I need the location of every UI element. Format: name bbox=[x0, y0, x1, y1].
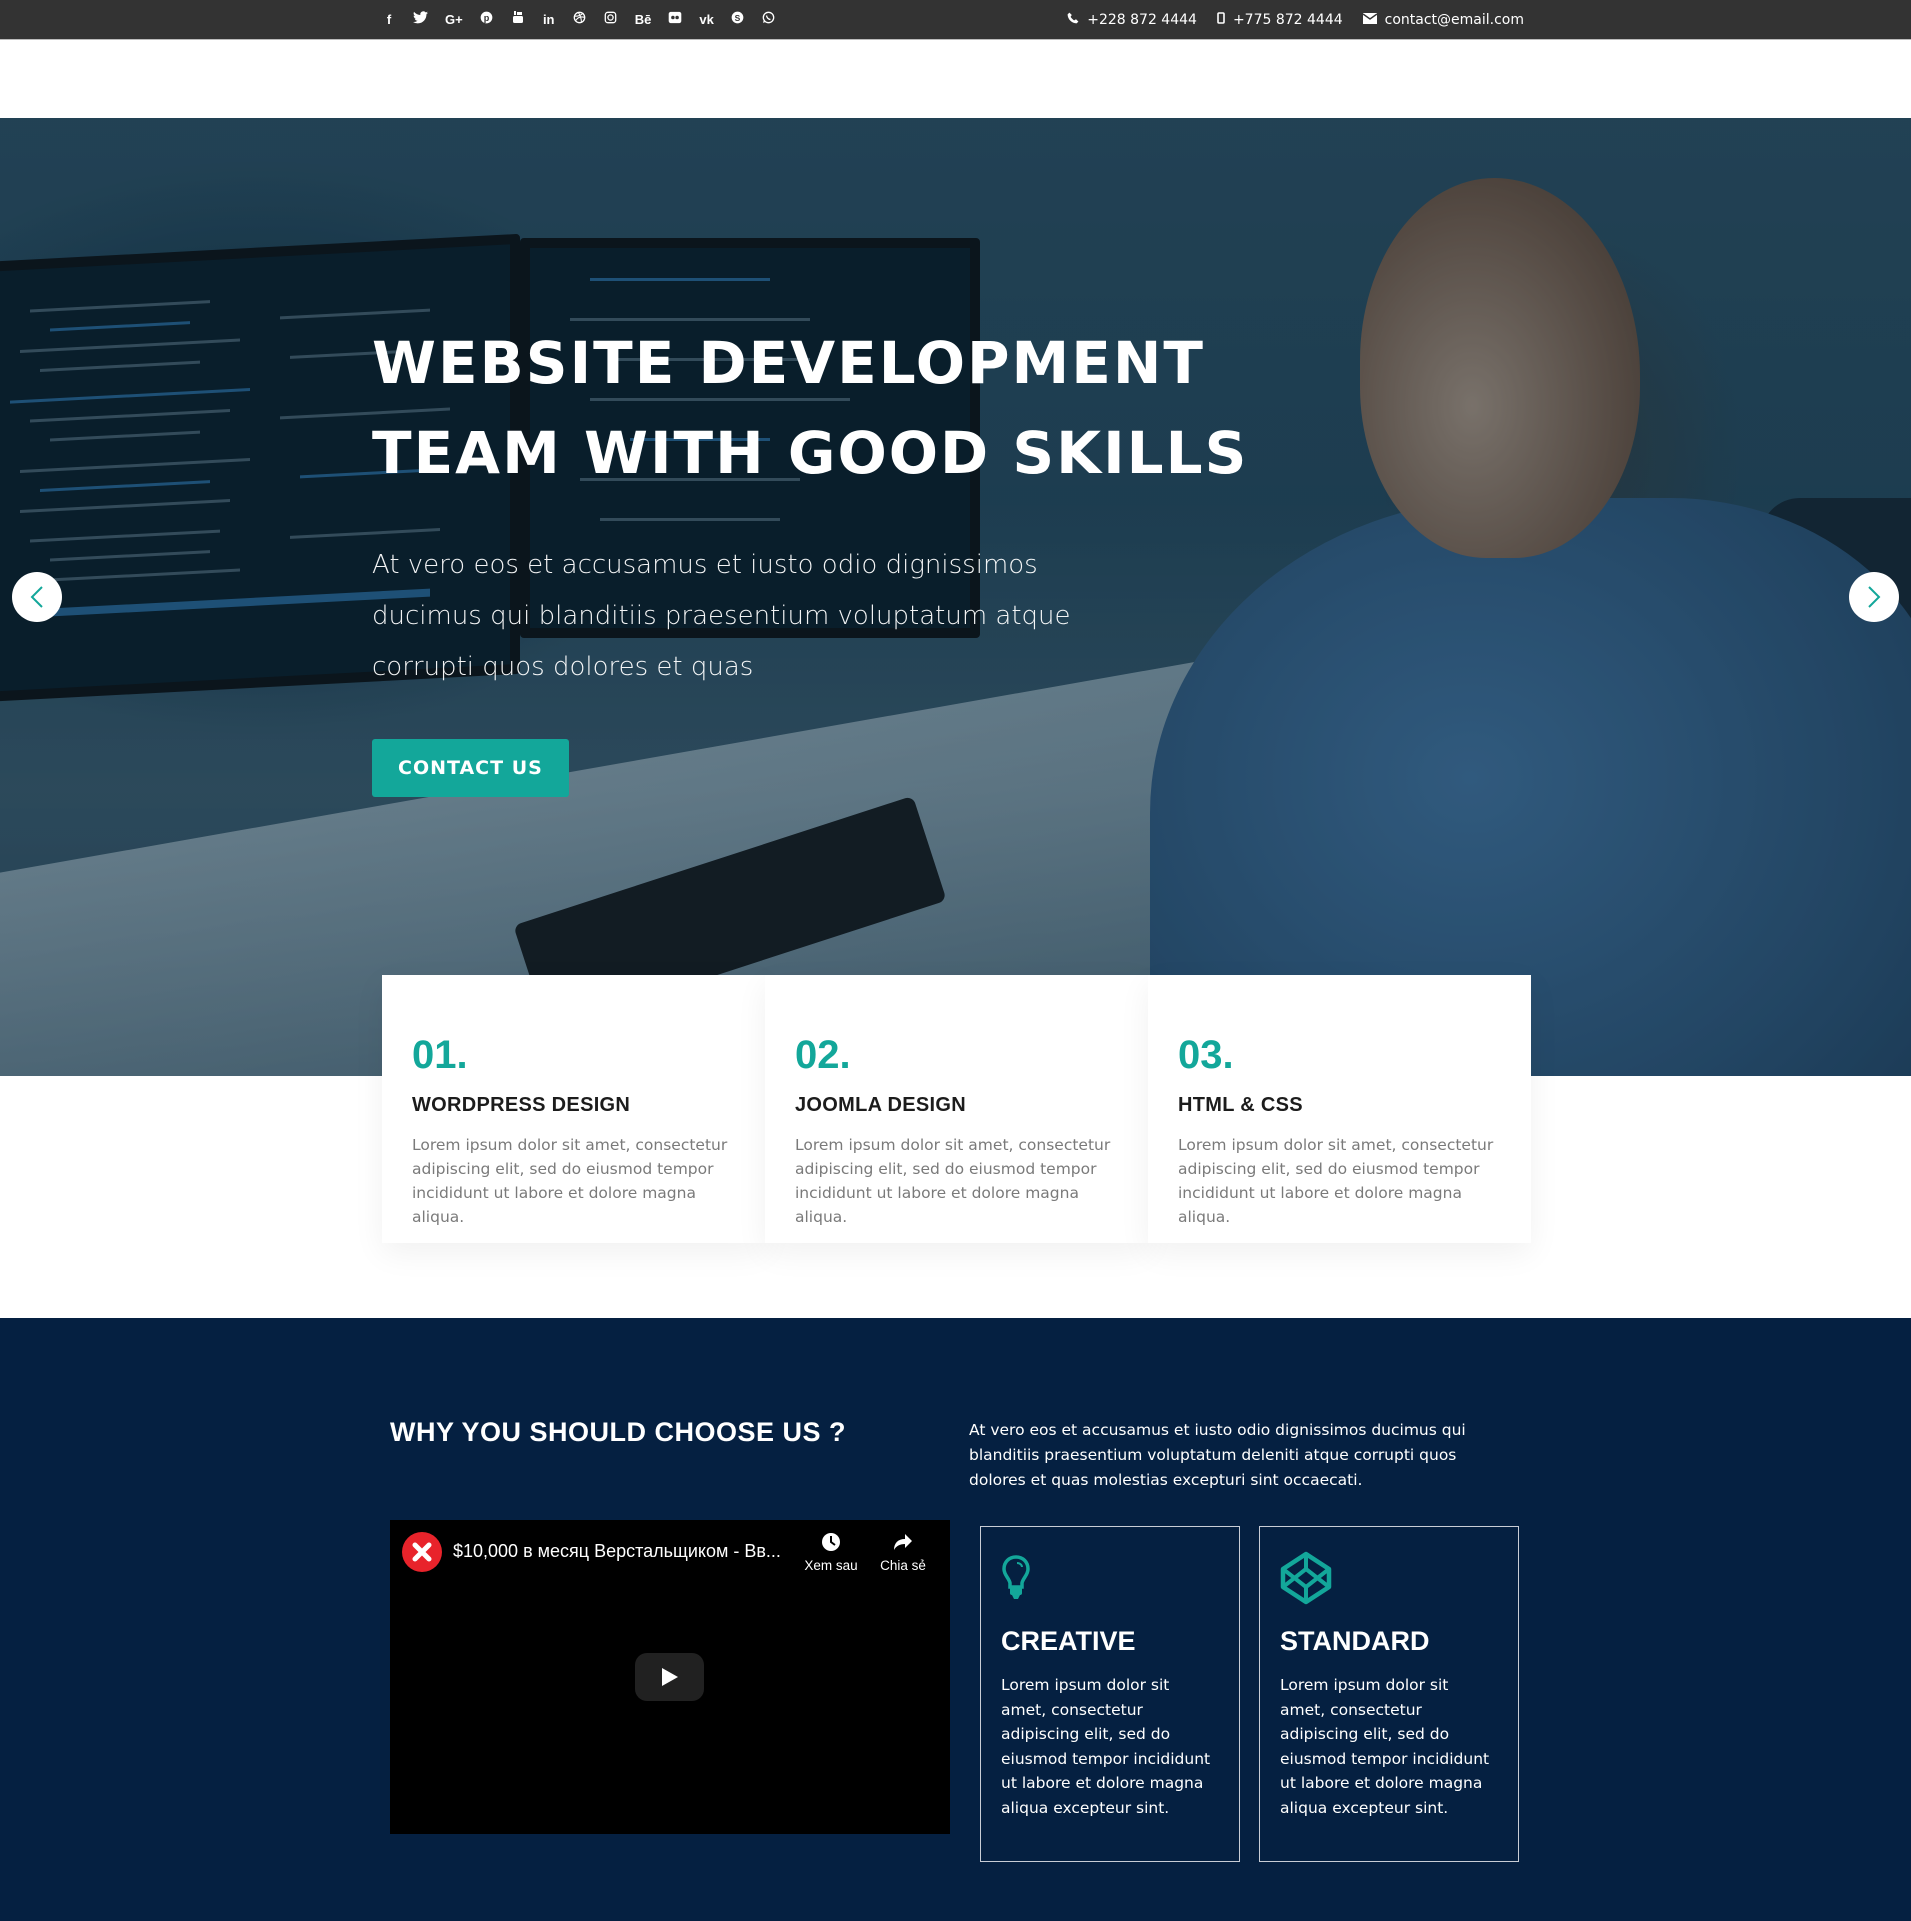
chevron-left-icon bbox=[30, 586, 43, 608]
feature-card-standard: STANDARD Lorem ipsum dolor sit amet, con… bbox=[1259, 1526, 1519, 1862]
email-address[interactable]: contact@email.com bbox=[1385, 12, 1524, 28]
svg-text:S: S bbox=[735, 13, 741, 23]
phone-contact: +228 872 4444 bbox=[1067, 12, 1197, 28]
feature-card-creative: CREATIVE Lorem ipsum dolor sit amet, con… bbox=[980, 1526, 1240, 1862]
service-title: WORDPRESS DESIGN bbox=[412, 1094, 631, 1116]
chevron-right-icon bbox=[1868, 586, 1881, 608]
vk-icon[interactable]: vk bbox=[699, 0, 713, 40]
youtube-icon[interactable] bbox=[511, 0, 525, 40]
top-bar: f G+ p in Bē vk S +228 872 4444 +775 872… bbox=[0, 0, 1911, 40]
why-title: WHY YOU SHOULD CHOOSE US ? bbox=[390, 1417, 847, 1447]
why-choose-us-section: WHY YOU SHOULD CHOOSE US ? At vero eos e… bbox=[0, 1318, 1911, 1921]
video-title[interactable]: $10,000 в месяц Верстальщиком - Вв... bbox=[453, 1541, 803, 1562]
clock-icon bbox=[799, 1532, 863, 1558]
feature-title: CREATIVE bbox=[1001, 1626, 1136, 1656]
flickr-icon[interactable] bbox=[668, 0, 682, 40]
why-description: At vero eos et accusamus et iusto odio d… bbox=[969, 1421, 1466, 1489]
svg-text:p: p bbox=[484, 13, 490, 23]
phone-number[interactable]: +228 872 4444 bbox=[1087, 12, 1197, 28]
instagram-icon[interactable] bbox=[604, 0, 618, 40]
hero-title: WEBSITE DEVELOPMENT TEAM WITH GOOD SKILL… bbox=[372, 318, 1272, 498]
skype-icon[interactable]: S bbox=[731, 0, 745, 40]
contact-us-button[interactable]: CONTACT US bbox=[372, 739, 569, 797]
service-card-html-css: 03. HTML & CSS Lorem ipsum dolor sit ame… bbox=[1148, 975, 1531, 1243]
google-plus-icon[interactable]: G+ bbox=[445, 0, 463, 40]
linkedin-icon[interactable]: in bbox=[542, 0, 556, 40]
video-play-button[interactable] bbox=[635, 1653, 704, 1701]
twitter-icon[interactable] bbox=[413, 0, 428, 40]
hero-content: WEBSITE DEVELOPMENT TEAM WITH GOOD SKILL… bbox=[372, 318, 1272, 797]
contact-info: +228 872 4444 +775 872 4444 contact@emai… bbox=[1047, 0, 1524, 40]
channel-logo-icon[interactable] bbox=[402, 1532, 442, 1572]
service-cards: 01. WORDPRESS DESIGN Lorem ipsum dolor s… bbox=[382, 975, 1531, 1243]
service-number: 03. bbox=[1178, 1033, 1234, 1077]
pinterest-icon[interactable]: p bbox=[480, 0, 494, 40]
share-arrow-icon bbox=[871, 1532, 935, 1558]
video-embed[interactable]: $10,000 в месяц Верстальщиком - Вв... Xe… bbox=[390, 1520, 950, 1834]
hero-title-line-1: WEBSITE DEVELOPMENT bbox=[372, 329, 1205, 397]
slider-next-button[interactable] bbox=[1849, 572, 1899, 622]
behance-icon[interactable]: Bē bbox=[635, 0, 652, 40]
codepen-icon bbox=[1280, 1551, 1498, 1605]
lightbulb-icon bbox=[1001, 1551, 1219, 1605]
dribbble-icon[interactable] bbox=[573, 0, 587, 40]
share-label: Chia sẻ bbox=[880, 1558, 926, 1573]
envelope-icon bbox=[1362, 12, 1378, 28]
whatsapp-icon[interactable] bbox=[762, 0, 776, 40]
mobile-number[interactable]: +775 872 4444 bbox=[1233, 12, 1343, 28]
service-description: Lorem ipsum dolor sit amet, consectetur … bbox=[412, 1136, 728, 1226]
play-icon bbox=[661, 1668, 678, 1686]
hero-slider: WEBSITE DEVELOPMENT TEAM WITH GOOD SKILL… bbox=[0, 118, 1911, 1076]
service-title: HTML & CSS bbox=[1178, 1094, 1303, 1116]
service-number: 01. bbox=[412, 1033, 468, 1077]
service-description: Lorem ipsum dolor sit amet, consectetur … bbox=[1178, 1136, 1494, 1226]
facebook-icon[interactable]: f bbox=[382, 0, 396, 40]
mobile-icon bbox=[1217, 12, 1225, 28]
service-description: Lorem ipsum dolor sit amet, consectetur … bbox=[795, 1136, 1111, 1226]
service-number: 02. bbox=[795, 1033, 851, 1077]
phone-icon bbox=[1067, 12, 1079, 28]
feature-description: Lorem ipsum dolor sit amet, consectetur … bbox=[1280, 1676, 1490, 1817]
hero-description: At vero eos et accusamus et iusto odio d… bbox=[372, 550, 1071, 682]
watch-later-label: Xem sau bbox=[804, 1558, 858, 1573]
slider-prev-button[interactable] bbox=[12, 572, 62, 622]
email-contact: contact@email.com bbox=[1362, 12, 1524, 28]
service-title: JOOMLA DESIGN bbox=[795, 1094, 966, 1116]
service-card-joomla: 02. JOOMLA DESIGN Lorem ipsum dolor sit … bbox=[765, 975, 1148, 1243]
watch-later-button[interactable]: Xem sau bbox=[799, 1532, 863, 1573]
hero-title-line-2: TEAM WITH GOOD SKILLS bbox=[372, 419, 1249, 487]
mobile-contact: +775 872 4444 bbox=[1217, 12, 1343, 28]
feature-title: STANDARD bbox=[1280, 1626, 1430, 1656]
share-button[interactable]: Chia sẻ bbox=[871, 1532, 935, 1573]
social-links: f G+ p in Bē vk S bbox=[382, 0, 793, 40]
feature-description: Lorem ipsum dolor sit amet, consectetur … bbox=[1001, 1676, 1211, 1817]
service-card-wordpress: 01. WORDPRESS DESIGN Lorem ipsum dolor s… bbox=[382, 975, 765, 1243]
